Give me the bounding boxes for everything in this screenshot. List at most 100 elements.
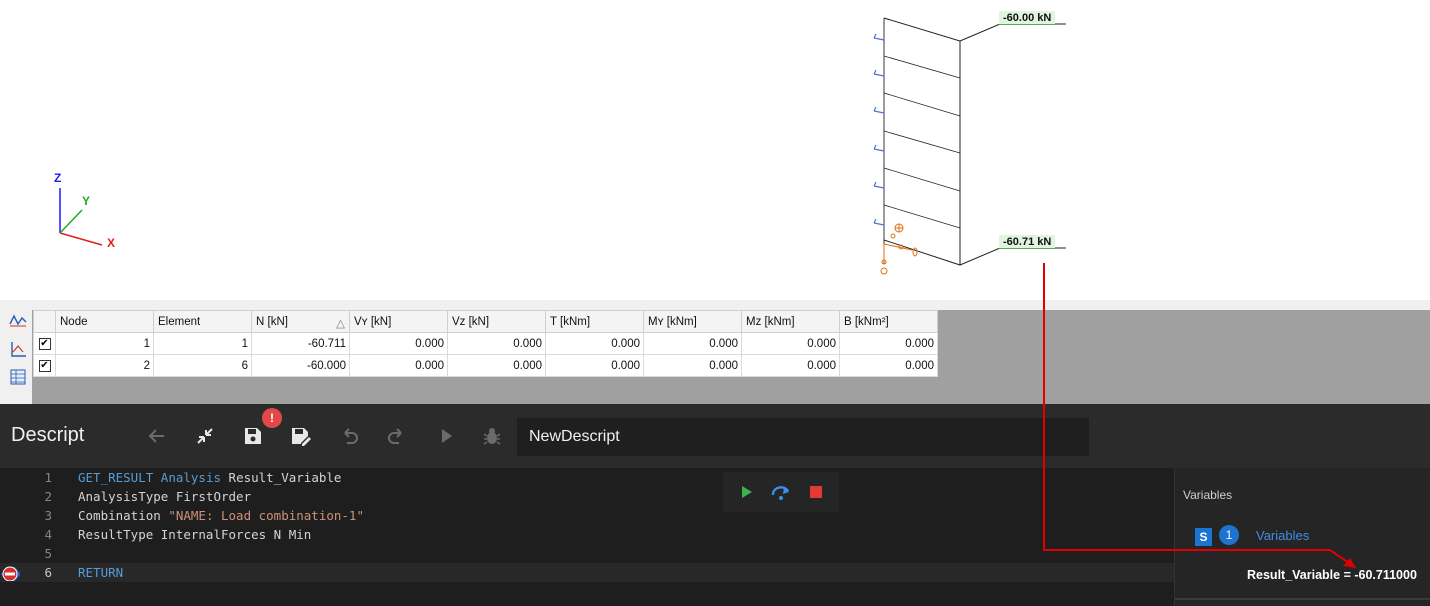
leader-bottom xyxy=(959,247,1066,266)
cell-n: -60.711 xyxy=(251,332,350,355)
text-token: ResultType InternalForces N Min xyxy=(78,527,312,542)
cell-t: 0.000 xyxy=(545,332,644,355)
cell-element: 1 xyxy=(153,332,252,355)
column-header-node[interactable]: Node xyxy=(55,310,154,333)
line-number: 1 xyxy=(44,470,52,485)
member-supports xyxy=(873,33,885,226)
results-panel: Node Element N [kN] △ Vʏ [kN] Vᴢ [kN] T [… xyxy=(0,300,1430,404)
editor-title: Descript xyxy=(11,424,85,446)
cell-vy: 0.000 xyxy=(349,332,448,355)
line-text: RETURN xyxy=(78,563,123,582)
axis-z-label: Z xyxy=(54,171,62,185)
code-line[interactable]: 1 GET_RESULT Analysis Result_Variable xyxy=(0,468,1174,487)
line-number: 3 xyxy=(44,508,52,523)
text-token: Combination xyxy=(78,508,169,523)
line-text: AnalysisType FirstOrder xyxy=(78,487,251,506)
result-graph-icon[interactable] xyxy=(9,340,27,358)
column-header-n-label: N [kN] xyxy=(256,315,288,328)
cell-node: 2 xyxy=(55,354,154,377)
variable-count-badge: 1 xyxy=(1219,525,1239,545)
cell-b: 0.000 xyxy=(839,332,938,355)
checkmark-icon: ✔ xyxy=(38,338,51,350)
line-text: GET_RESULT Analysis Result_Variable xyxy=(78,468,341,487)
code-line[interactable]: 3 Combination "NAME: Load combination-1" xyxy=(0,506,1174,525)
keyword-token: GET_RESULT xyxy=(78,470,154,485)
line-number: 6 xyxy=(44,565,52,580)
script-editor: Descript ! NewDescript 1 GET_RESULT Anal… xyxy=(0,404,1430,606)
diagram-hatching xyxy=(883,55,961,229)
line-text: ResultType InternalForces N Min xyxy=(78,525,311,544)
axis-triad xyxy=(59,188,103,246)
line-number: 4 xyxy=(44,527,52,542)
editor-toolbar: Descript ! xyxy=(0,404,1430,468)
results-side-toolbar xyxy=(0,310,32,404)
column-header-mz[interactable]: Mᴢ [kNm] xyxy=(741,310,840,333)
cell-my: 0.000 xyxy=(643,332,742,355)
variables-section-link[interactable]: Variables xyxy=(1256,528,1309,543)
text-token: Result_Variable xyxy=(221,470,342,485)
run-controls xyxy=(723,472,839,512)
step-over-icon[interactable] xyxy=(770,481,792,503)
line-text: Combination "NAME: Load combination-1" xyxy=(78,506,364,525)
column-header-element[interactable]: Element xyxy=(153,310,252,333)
row-checkbox[interactable]: ✔ xyxy=(33,332,56,355)
table-row[interactable]: ✔ 1 1 -60.711 0.000 0.000 0.000 0.000 0.… xyxy=(33,332,938,355)
code-line[interactable]: 4 ResultType InternalForces N Min xyxy=(0,525,1174,544)
unsaved-badge: ! xyxy=(262,408,282,428)
keyword-token: Analysis xyxy=(160,470,222,485)
leader-top xyxy=(959,23,1066,42)
string-token: "NAME: Load combination-1" xyxy=(168,508,364,523)
back-arrow-icon[interactable] xyxy=(145,424,169,448)
cell-vz: 0.000 xyxy=(447,354,546,377)
keyword-token: RETURN xyxy=(78,565,124,580)
stop-icon[interactable] xyxy=(805,481,827,503)
force-label-top: -60.00 kN xyxy=(999,11,1056,25)
column-header-vy[interactable]: Vʏ [kN] xyxy=(349,310,448,333)
script-variable-icon: S xyxy=(1195,528,1212,546)
run-icon[interactable] xyxy=(735,481,757,503)
model-graphics xyxy=(59,17,1066,275)
column-header-vz[interactable]: Vᴢ [kN] xyxy=(447,310,546,333)
cell-n: -60.000 xyxy=(251,354,350,377)
text-token: AnalysisType FirstOrder xyxy=(78,489,252,504)
axis-x-label: X xyxy=(107,236,116,250)
checkmark-icon: ✔ xyxy=(38,360,51,372)
results-table: Node Element N [kN] △ Vʏ [kN] Vᴢ [kN] T [… xyxy=(33,310,938,377)
code-line[interactable]: 2 AnalysisType FirstOrder xyxy=(0,487,1174,506)
axis-y-label: Y xyxy=(82,194,91,208)
variables-panel: Variables S 1 Variables Result_Variable … xyxy=(1174,468,1430,606)
sort-ascending-icon: △ xyxy=(336,317,345,330)
column-header-n[interactable]: N [kN] △ xyxy=(251,310,350,333)
play-icon[interactable] xyxy=(434,424,458,448)
redo-icon[interactable] xyxy=(385,424,409,448)
save-as-icon[interactable] xyxy=(288,424,312,448)
model-viewport[interactable]: Z Y X -60.00 kN -60.71 kN xyxy=(0,0,1430,300)
code-line[interactable]: 5 xyxy=(0,544,1174,563)
debug-icon[interactable] xyxy=(480,424,504,448)
breakpoint-icon[interactable] xyxy=(0,565,20,581)
code-area[interactable]: 1 GET_RESULT Analysis Result_Variable 2 … xyxy=(0,468,1174,606)
cell-element: 6 xyxy=(153,354,252,377)
line-number: 5 xyxy=(44,546,52,561)
undo-icon[interactable] xyxy=(337,424,361,448)
code-line-active[interactable]: 6 RETURN xyxy=(0,563,1174,582)
result-variable-value: Result_Variable = -60.711000 xyxy=(1247,568,1417,582)
save-icon[interactable] xyxy=(241,424,265,448)
panel-divider xyxy=(1175,598,1430,600)
diagram-icon[interactable] xyxy=(9,312,27,330)
cell-node: 1 xyxy=(55,332,154,355)
line-number: 2 xyxy=(44,489,52,504)
table-row[interactable]: ✔ 2 6 -60.000 0.000 0.000 0.000 0.000 0.… xyxy=(33,354,938,377)
column-header-my[interactable]: Mʏ [kNm] xyxy=(643,310,742,333)
cell-b: 0.000 xyxy=(839,354,938,377)
collapse-icon[interactable] xyxy=(193,424,217,448)
cell-vy: 0.000 xyxy=(349,354,448,377)
script-name-input[interactable] xyxy=(517,418,1089,456)
column-header-t[interactable]: T [kNm] xyxy=(545,310,644,333)
column-header-b[interactable]: B [kNm²] xyxy=(839,310,938,333)
row-checkbox[interactable]: ✔ xyxy=(33,354,56,377)
table-icon[interactable] xyxy=(9,368,27,386)
variables-title: Variables xyxy=(1183,488,1233,502)
cell-mz: 0.000 xyxy=(741,332,840,355)
